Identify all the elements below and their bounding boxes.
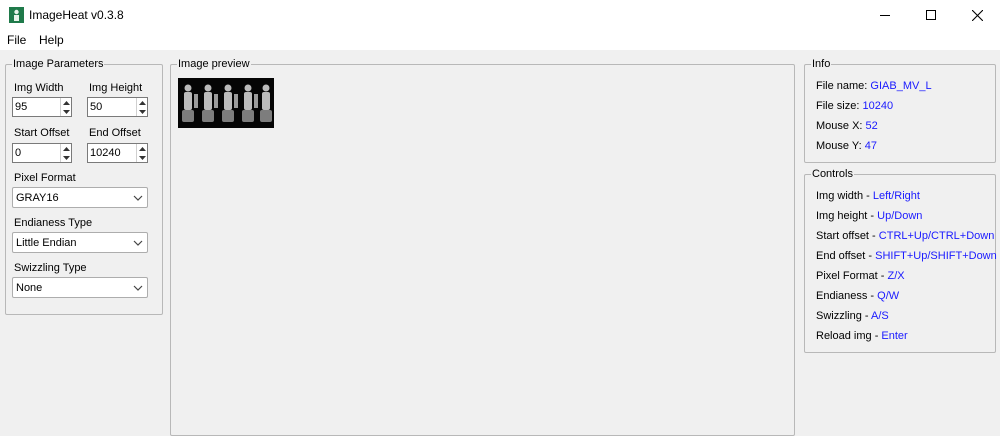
spin-down-icon <box>62 109 70 114</box>
control-row: Img width - Left/Right <box>816 190 920 202</box>
control-label: End offset - <box>816 250 876 262</box>
spin-up-icon <box>138 100 146 105</box>
img-width-spin-arrows[interactable] <box>60 98 71 116</box>
control-key: Q/W <box>877 290 900 302</box>
img-height-stepper[interactable]: 50 <box>87 97 148 117</box>
control-row: Start offset - CTRL+Up/CTRL+Down <box>816 230 994 242</box>
start-offset-label: Start Offset <box>14 127 70 139</box>
image-preview-legend: Image preview <box>177 58 251 71</box>
end-offset-stepper[interactable]: 10240 <box>87 143 148 163</box>
start-offset-value: 0 <box>15 147 22 159</box>
info-value: GIAB_MV_L <box>870 80 932 92</box>
info-value: 52 <box>865 120 878 132</box>
info-file-name: File name: GIAB_MV_L <box>816 80 932 92</box>
title-bar[interactable]: ImageHeat v0.3.8 <box>0 0 1000 30</box>
minimize-button[interactable] <box>862 0 908 30</box>
pixel-format-value: GRAY16 <box>16 192 59 204</box>
swizzling-select[interactable]: None <box>12 277 148 298</box>
img-width-label: Img Width <box>14 82 64 94</box>
spin-down-icon <box>62 155 70 160</box>
menu-file[interactable]: File <box>7 33 26 47</box>
info-value: 10240 <box>862 100 894 112</box>
window-title: ImageHeat v0.3.8 <box>29 8 124 22</box>
info-label: File name: <box>816 80 871 92</box>
control-row: End offset - SHIFT+Up/SHIFT+Down <box>816 250 997 262</box>
preview-image <box>178 78 274 128</box>
spin-up-icon <box>138 146 146 151</box>
menu-bar: File Help <box>0 30 1000 50</box>
swizzling-value: None <box>16 282 43 294</box>
chevron-down-icon <box>133 195 143 201</box>
imageheat-app-icon <box>9 7 24 23</box>
info-group: Info File name: GIAB_MV_L File size: 102… <box>804 58 996 163</box>
controls-legend: Controls <box>811 168 854 181</box>
image-parameters-legend: Image Parameters <box>12 58 105 71</box>
endianess-select[interactable]: Little Endian <box>12 232 148 253</box>
control-key: Up/Down <box>877 210 923 222</box>
info-mouse-y: Mouse Y: 47 <box>816 140 877 152</box>
minimize-icon <box>880 15 890 16</box>
end-offset-value: 10240 <box>90 147 121 159</box>
start-offset-stepper[interactable]: 0 <box>12 143 72 163</box>
image-parameters-group: Image Parameters Img Width Img Height 95… <box>5 58 163 315</box>
end-offset-spin-arrows[interactable] <box>136 144 147 162</box>
control-label: Pixel Format - <box>816 270 888 282</box>
control-label: Img width - <box>816 190 873 202</box>
menu-help[interactable]: Help <box>39 33 64 47</box>
start-offset-spin-arrows[interactable] <box>60 144 71 162</box>
spin-down-icon <box>138 109 146 114</box>
control-key: Z/X <box>887 270 905 282</box>
info-label: Mouse X: <box>816 120 866 132</box>
control-label: Reload img - <box>816 330 882 342</box>
pixel-format-select[interactable]: GRAY16 <box>12 187 148 208</box>
img-width-stepper[interactable]: 95 <box>12 97 72 117</box>
controls-group: Controls Img width - Left/Right Img heig… <box>804 168 997 353</box>
img-height-spin-arrows[interactable] <box>136 98 147 116</box>
control-key: Enter <box>881 330 908 342</box>
pixel-format-label: Pixel Format <box>14 172 76 184</box>
control-label: Swizzling - <box>816 310 872 322</box>
endianess-value: Little Endian <box>16 237 77 249</box>
spin-up-icon <box>62 100 70 105</box>
control-row: Swizzling - A/S <box>816 310 889 322</box>
control-key: SHIFT+Up/SHIFT+Down <box>875 250 997 262</box>
close-button[interactable] <box>954 0 1000 30</box>
spin-up-icon <box>62 146 70 151</box>
control-row: Pixel Format - Z/X <box>816 270 905 282</box>
chevron-down-icon <box>133 285 143 291</box>
image-preview-canvas[interactable] <box>178 78 274 128</box>
control-row: Endianess - Q/W <box>816 290 899 302</box>
img-height-label: Img Height <box>89 82 143 94</box>
control-label: Start offset - <box>816 230 879 242</box>
info-label: Mouse Y: <box>816 140 865 152</box>
chevron-down-icon <box>133 240 143 246</box>
control-label: Img height - <box>816 210 878 222</box>
close-icon <box>971 9 983 21</box>
endianess-label: Endianess Type <box>14 217 93 229</box>
spin-down-icon <box>138 155 146 160</box>
img-width-value: 95 <box>15 101 28 113</box>
img-height-value: 50 <box>90 101 103 113</box>
maximize-button[interactable] <box>908 0 954 30</box>
maximize-icon <box>926 10 936 20</box>
control-row: Img height - Up/Down <box>816 210 922 222</box>
info-value: 47 <box>864 140 877 152</box>
swizzling-label: Swizzling Type <box>14 262 87 274</box>
control-key: A/S <box>871 310 889 322</box>
info-file-size: File size: 10240 <box>816 100 893 112</box>
image-preview-group: Image preview <box>170 58 795 436</box>
end-offset-label: End Offset <box>89 127 141 139</box>
control-key: CTRL+Up/CTRL+Down <box>878 230 995 242</box>
control-label: Endianess - <box>816 290 878 302</box>
info-label: File size: <box>816 100 863 112</box>
control-row: Reload img - Enter <box>816 330 908 342</box>
info-mouse-x: Mouse X: 52 <box>816 120 878 132</box>
info-legend: Info <box>811 58 832 71</box>
control-key: Left/Right <box>872 190 920 202</box>
